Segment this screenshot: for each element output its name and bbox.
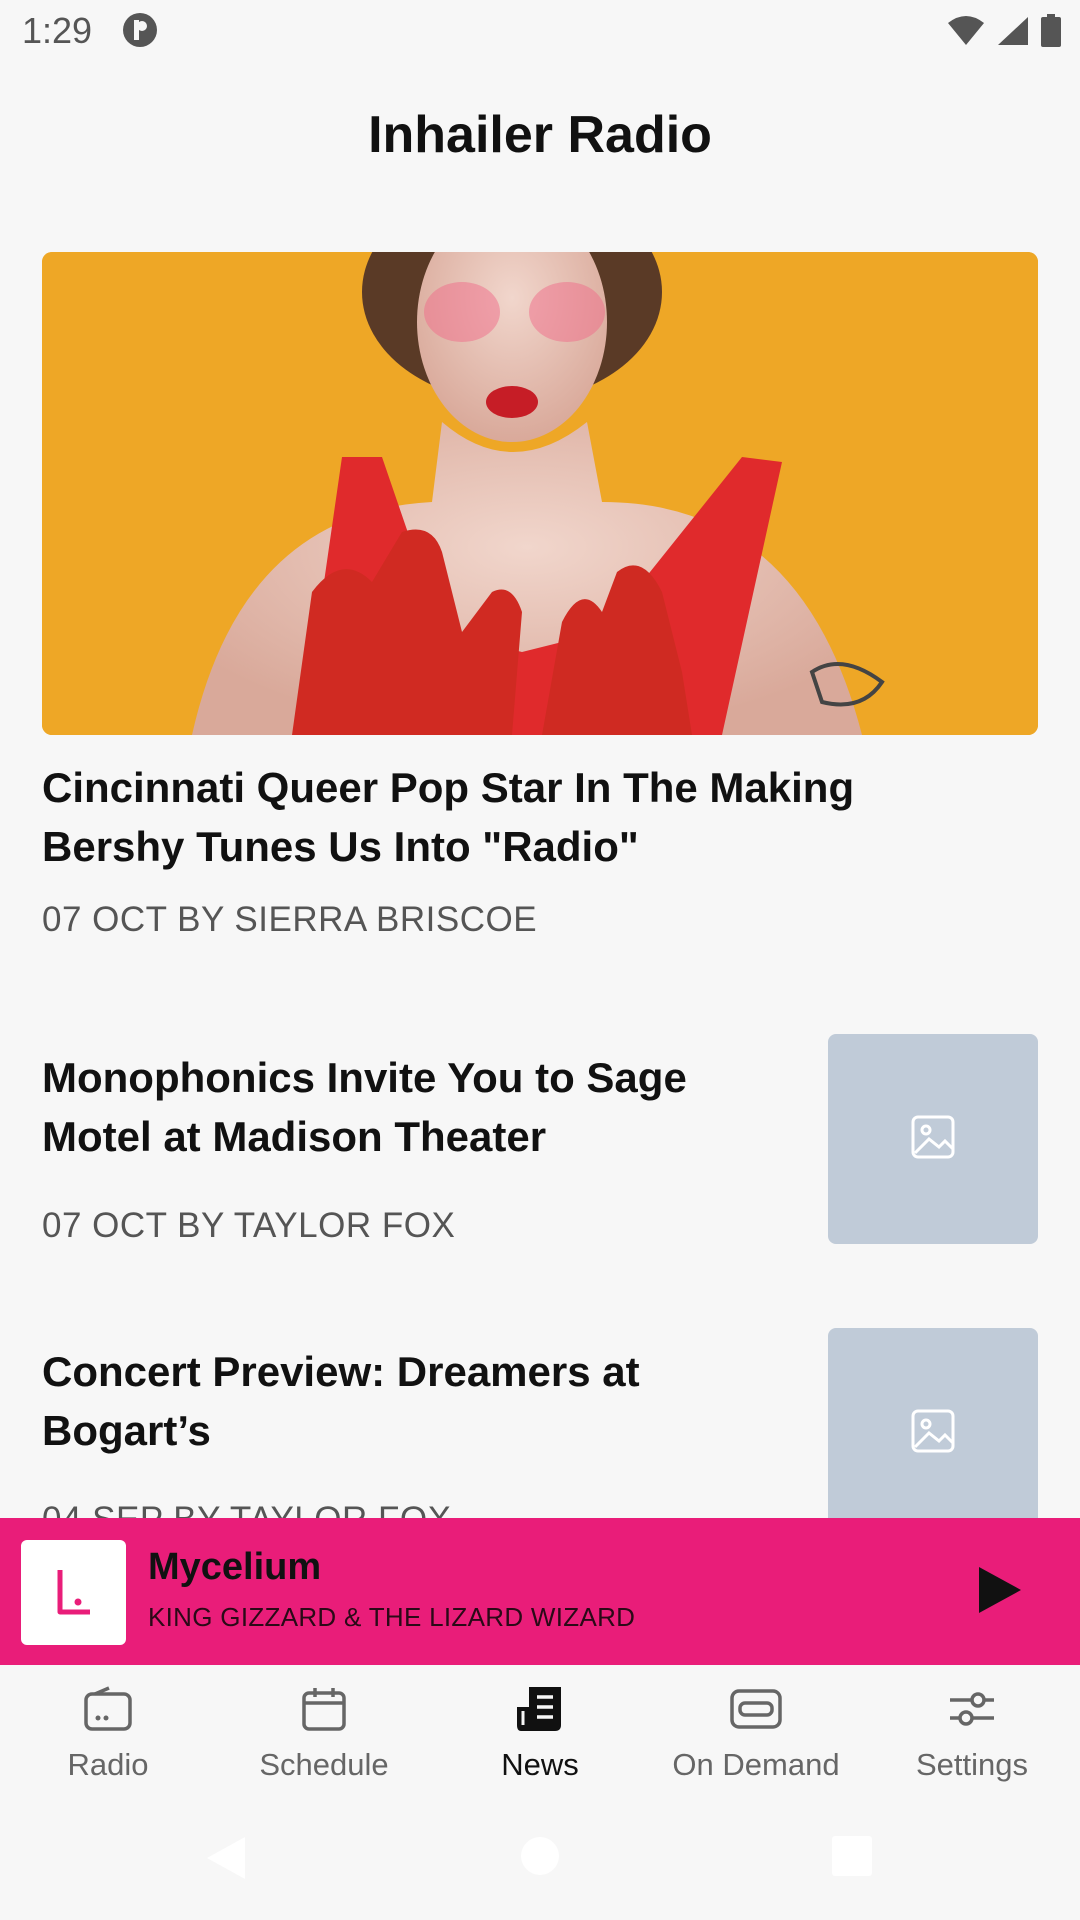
nav-label: Schedule [259,1747,389,1782]
battery-icon [1040,14,1062,53]
status-time: 1:29 [22,10,93,51]
nav-item-news[interactable]: News [432,1683,648,1783]
now-playing-bar[interactable]: Mycelium KING GIZZARD & THE LIZARD WIZAR… [0,1518,1080,1665]
news-icon [432,1683,648,1735]
app-notification-icon [122,12,158,53]
back-icon[interactable] [205,1835,247,1886]
now-playing-track: Mycelium [148,1546,322,1588]
play-icon [977,1565,1023,1620]
featured-article-image[interactable] [42,252,1038,735]
nav-label: News [501,1747,579,1782]
nav-label: Settings [915,1747,1028,1782]
featured-article-title[interactable]: Cincinnati Queer Pop Star In The Making … [42,758,972,876]
station-logo [21,1540,126,1645]
article-title[interactable]: Monophonics Invite You to Sage Motel at … [42,1048,782,1166]
nav-item-radio[interactable]: Radio [0,1683,216,1783]
featured-article-meta: 07 OCT BY SIERRA BRISCOE [42,900,538,939]
play-button[interactable] [970,1562,1030,1622]
wifi-icon [946,15,986,52]
list-item[interactable]: Monophonics Invite You to Sage Motel at … [42,1034,1038,1258]
article-thumbnail[interactable] [828,1034,1038,1244]
news-feed[interactable]: Cincinnati Queer Pop Star In The Making … [42,252,1038,1518]
radio-icon [0,1683,216,1735]
nav-item-schedule[interactable]: Schedule [216,1683,432,1783]
bottom-navigation: Radio Schedule News On Demand Settings [0,1665,1080,1795]
article-meta: 07 OCT BY TAYLOR FOX [42,1206,456,1245]
page-title: Inhailer Radio [368,106,712,164]
home-icon[interactable] [519,1835,561,1882]
list-item[interactable]: Concert Preview: Dreamers at Bogart’s 04… [42,1328,1038,1518]
nav-label: Radio [67,1747,149,1782]
article-thumbnail[interactable] [828,1328,1038,1518]
article-title[interactable]: Concert Preview: Dreamers at Bogart’s [42,1342,782,1460]
calendar-icon [216,1683,432,1735]
on-demand-icon [648,1683,864,1735]
nav-item-on-demand[interactable]: On Demand [648,1683,864,1783]
recents-icon[interactable] [831,1835,873,1882]
image-placeholder-icon [911,1115,955,1164]
image-placeholder-icon [911,1409,955,1458]
article-meta: 04 SEP BY TAYLOR FOX [42,1500,451,1518]
settings-sliders-icon [864,1683,1080,1735]
system-navigation-bar [0,1795,1080,1920]
cell-signal-icon [996,15,1030,52]
nav-label: On Demand [672,1747,840,1782]
status-bar: 1:29 [0,0,1080,64]
now-playing-artist: KING GIZZARD & THE LIZARD WIZARD [148,1602,636,1632]
nav-item-settings[interactable]: Settings [864,1683,1080,1783]
